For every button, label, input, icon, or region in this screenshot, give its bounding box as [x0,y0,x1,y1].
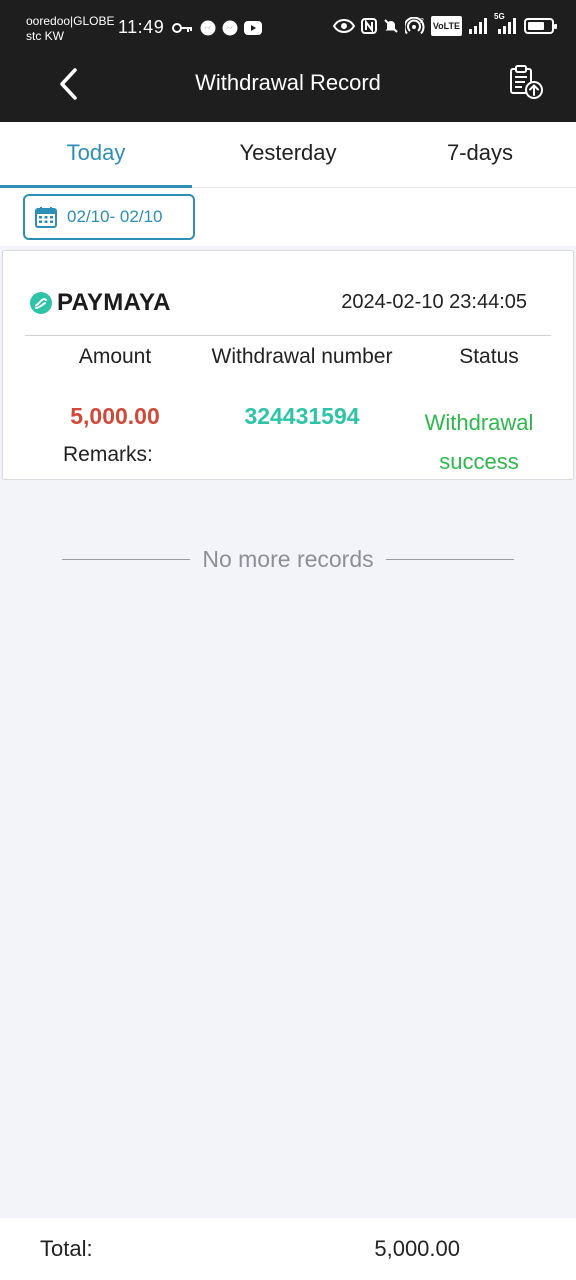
mute-icon [383,16,399,36]
hotspot-icon: 2 [404,16,425,36]
no-more-records-text: No more records [202,546,374,572]
eye-icon [332,16,355,36]
date-tabs: Today Yesterday 7-days [0,122,576,188]
carrier-names: ooredoo|GLOBE stc KW [26,14,115,44]
app-header: Withdrawal Record [0,50,576,122]
record-datetime: 2024-02-10 23:44:05 [341,291,527,313]
signal-5g-label: 5G [494,12,505,21]
date-range-text: 02/10- 02/10 [67,207,163,226]
date-range-picker[interactable]: 02/10- 02/10 [23,194,195,240]
total-label: Total: [40,1236,93,1261]
column-header-withdrawal-number: Withdrawal number [211,345,393,368]
withdrawal-record-card[interactable]: PAYMAYA 2024-02-10 23:44:05 Amount Withd… [2,250,574,480]
list-end-indicator: No more records [62,546,514,573]
top-bar: ooredoo|GLOBE stc KW 11:49 2 VoLTE 5G Wi… [0,0,576,122]
amount-value: 5,000.00 [70,403,160,429]
messenger-icon [222,18,238,38]
status-value: Withdrawal success [424,410,534,474]
clipboard-upload-icon [510,65,543,99]
nfc-icon [360,16,377,36]
youtube-icon [244,18,262,38]
status-bar: ooredoo|GLOBE stc KW 11:49 2 VoLTE 5G [0,0,576,50]
divider [62,559,191,560]
remarks-label: Remarks: [63,443,153,466]
tab-today[interactable]: Today [0,122,192,188]
withdrawal-number-value: 324431594 [244,403,360,429]
divider [25,335,551,336]
filter-area: 02/10- 02/10 [0,188,576,246]
signal-icon [468,16,488,36]
divider [385,559,514,560]
payment-method-name: PAYMAYA [57,289,171,316]
tab-7-days[interactable]: 7-days [384,122,576,187]
report-button[interactable] [506,62,546,102]
volte-icon: VoLTE [430,16,462,36]
carrier-1: ooredoo|GLOBE [26,14,115,28]
column-header-amount: Amount [78,345,152,368]
status-time: 11:49 [118,17,165,37]
total-value: 5,000.00 [374,1236,460,1261]
paymaya-logo-icon [30,292,52,314]
column-header-status: Status [459,345,519,368]
tab-yesterday[interactable]: Yesterday [192,122,384,187]
battery-icon [524,16,557,36]
calendar-icon [35,207,57,228]
carrier-2: stc KW [26,29,64,43]
page-title: Withdrawal Record [195,70,381,95]
payment-method: PAYMAYA [29,289,171,317]
messenger-icon [200,18,216,38]
total-footer: Total: 5,000.00 [0,1218,576,1280]
signal-5g-icon: 5G [494,12,518,36]
svg-text:2: 2 [420,18,424,25]
key-icon [172,18,194,38]
